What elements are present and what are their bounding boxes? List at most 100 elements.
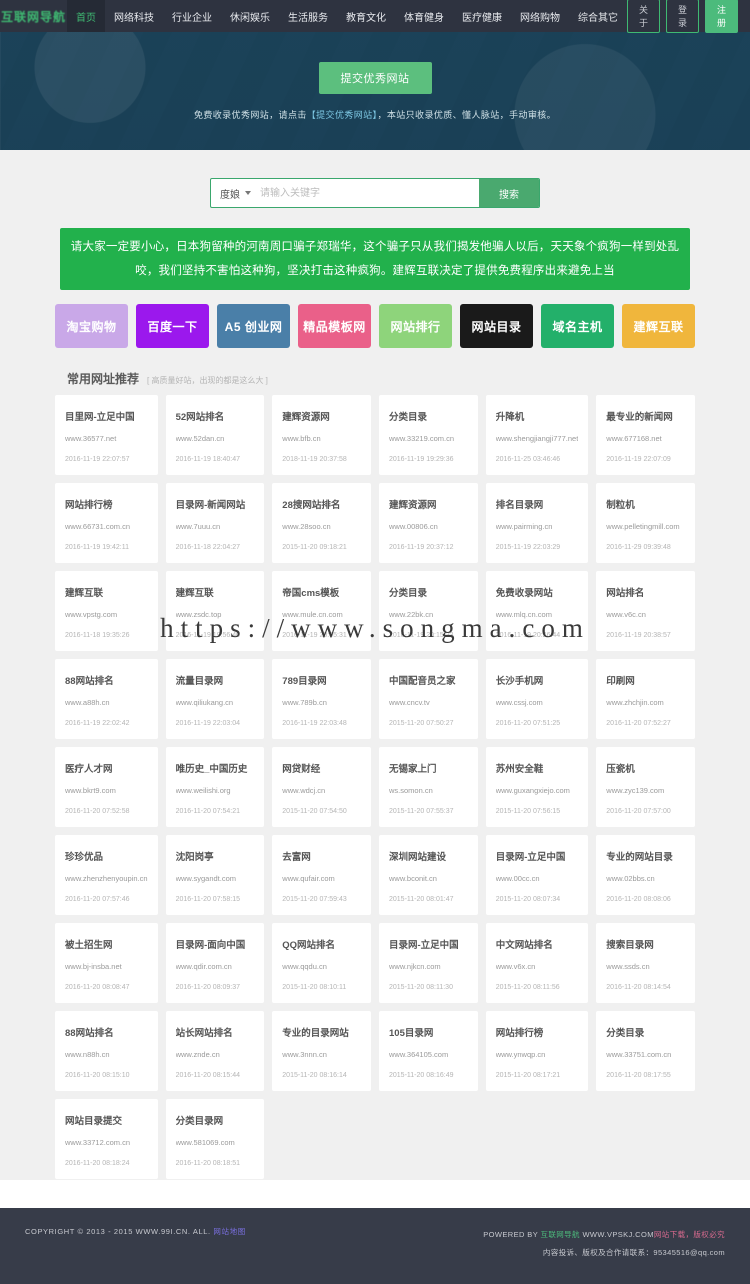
site-card-title: 站长网站排名 <box>175 1028 233 1039</box>
search-engine-selector[interactable]: 度娘 <box>211 179 260 207</box>
quick-link-4[interactable]: 网站排行 <box>379 304 452 348</box>
nav-button-2[interactable]: 注册 <box>704 0 738 33</box>
site-card[interactable]: 被土招生网 www.bj-insba.net 2016-11-20 08:08:47 <box>55 923 158 1003</box>
site-card[interactable]: 中国配音员之家 www.cncv.tv 2015-11-20 07:50:27 <box>379 659 478 739</box>
site-card[interactable]: 建辉资源网 www.bfb.cn 2018-11-19 20:37:58 <box>272 395 371 475</box>
site-card[interactable]: 最专业的新闻网 www.677168.net 2016-11-19 22:07:09 <box>596 395 695 475</box>
site-card[interactable]: 站长网站排名 www.znde.cn 2016-11-20 08:15:44 <box>165 1011 265 1091</box>
site-card-date: 2016-11-20 08:18:24 <box>65 1160 130 1167</box>
site-card[interactable]: 网站排行榜 www.66731.com.cn 2016-11-19 19:42:11 <box>55 483 158 563</box>
quick-link-5[interactable]: 网站目录 <box>460 304 533 348</box>
site-card-url: www.28soo.cn <box>282 522 331 531</box>
site-card[interactable]: 88网站排名 www.n88h.cn 2016-11-20 08:15:10 <box>55 1011 158 1091</box>
site-card[interactable]: 分类目录网 www.581069.com 2016-11-20 08:18:51 <box>165 1099 265 1179</box>
nav-item-9[interactable]: 综合其它 <box>569 0 627 32</box>
site-card[interactable]: 目里网-立足中国 www.36577.net 2016-11-19 22:07:57 <box>55 395 158 475</box>
nav-item-0[interactable]: 首页 <box>66 0 105 32</box>
section-header: 常用网址推荐 [ 高质量好站，出现的都是这么大 ] <box>55 370 695 387</box>
site-card[interactable]: 制粒机 www.pelletingmill.com 2016-11-29 09:39… <box>596 483 695 563</box>
site-card[interactable]: 长沙手机网 www.cssj.com 2016-11-20 07:51:25 <box>485 659 589 739</box>
site-card-date: 2015-11-20 08:16:14 <box>282 1072 347 1079</box>
site-card-date: 2016-11-19 20:26:44 <box>495 632 561 639</box>
site-card[interactable]: QQ网站排名 www.qqdu.cn 2015-11-20 08:10:11 <box>272 923 371 1003</box>
site-card[interactable]: 分类目录 www.33219.com.cn 2016-11-19 19:29:36 <box>379 395 478 475</box>
site-card-url: www.v6c.cn <box>606 610 646 619</box>
site-card-title: 最专业的新闻网 <box>606 412 673 423</box>
site-card[interactable]: 建辉互联 www.zsdc.top 2016-11-19 19:56:40 <box>165 571 265 651</box>
site-card[interactable]: 去富网 www.qufair.com 2015-11-20 07:59:43 <box>272 835 371 915</box>
site-card-date: 2015-11-20 07:50:27 <box>389 720 454 727</box>
site-card[interactable]: 印刷网 www.zhchjin.com 2016-11-20 07:52:27 <box>596 659 695 739</box>
site-card-date: 2015-11-20 07:59:43 <box>282 896 347 903</box>
site-card[interactable]: 排名目录网 www.pairming.cn 2015-11-19 22:03:29 <box>485 483 589 563</box>
footer-contact: 内容投诉、版权及合作请联系：95345516@qq.com <box>542 1248 725 1257</box>
quick-link-7[interactable]: 建辉互联 <box>622 304 695 348</box>
hero-note-link[interactable]: 【提交优秀网站】 <box>307 110 378 120</box>
site-card[interactable]: 专业的目录网站 www.3nnn.cn 2015-11-20 08:16:14 <box>272 1011 371 1091</box>
footer-powered-suffix: WWW.VPSKJ.COM <box>582 1230 654 1239</box>
site-card-date: 2016-11-18 19:35:26 <box>65 632 130 639</box>
site-card-title: 被土招生网 <box>65 940 113 951</box>
footer-sitemap-link[interactable]: 网站地图 <box>213 1227 245 1236</box>
site-card[interactable]: 苏州安全鞋 www.guxangxiejo.com 2015-11-20 07:56… <box>485 747 589 827</box>
site-card[interactable]: 深圳网站建设 www.bconit.cn 2015-11-20 08:01:47 <box>379 835 478 915</box>
site-card[interactable]: 网站排名 www.v6c.cn 2016-11-19 20:38:57 <box>596 571 695 651</box>
site-card[interactable]: 分类目录 www.33751.com.cn 2016-11-20 08:17:55 <box>596 1011 695 1091</box>
site-card[interactable]: 目录网-新闻网站 www.7uuu.cn 2016-11-18 22:04:27 <box>165 483 265 563</box>
nav-item-6[interactable]: 体育健身 <box>395 0 453 32</box>
site-card[interactable]: 医疗人才网 www.bkrt9.com 2016-11-20 07:52:58 <box>55 747 158 827</box>
site-card-date: 2015-11-20 08:11:30 <box>389 984 453 991</box>
site-card[interactable]: 沈阳岗亭 www.sygandt.com 2016-11-20 07:58:15 <box>165 835 265 915</box>
site-card[interactable]: 专业的网站目录 www.02bbs.cn 2016-11-20 08:08:06 <box>596 835 695 915</box>
site-card[interactable]: 105目录网 www.364105.com 2015-11-20 08:16:49 <box>379 1011 478 1091</box>
quick-link-2[interactable]: A5 创业网 <box>217 304 290 348</box>
quick-link-1[interactable]: 百度一下 <box>136 304 209 348</box>
site-card[interactable]: 目录网-立足中国 www.00cc.cn 2015-11-20 08:07:34 <box>485 835 589 915</box>
submit-site-button[interactable]: 提交优秀网站 <box>318 61 432 94</box>
nav-button-1[interactable]: 登录 <box>665 0 699 33</box>
site-card[interactable]: 搜索目录网 www.ssds.cn 2016-11-20 08:14:54 <box>596 923 695 1003</box>
site-card[interactable]: 52网站排名 www.52dan.cn 2016-11-19 18:40:47 <box>165 395 265 475</box>
site-card-url: www.pelletingmill.com <box>606 522 680 531</box>
site-card[interactable]: 目录网-立足中国 www.njkcn.com 2015-11-20 08:11:30 <box>379 923 478 1003</box>
nav-item-4[interactable]: 生活服务 <box>279 0 337 32</box>
nav-item-7[interactable]: 医疗健康 <box>453 0 511 32</box>
site-card-title: 目录网-立足中国 <box>495 852 566 863</box>
site-card[interactable]: 88网站排名 www.a88h.cn 2016-11-19 22:02:42 <box>55 659 158 739</box>
site-card[interactable]: 网站排行榜 www.ynwqp.cn 2015-11-20 08:17:21 <box>485 1011 589 1091</box>
site-card[interactable]: 目录网-面向中国 www.qdir.com.cn 2016-11-20 08:09:… <box>165 923 265 1003</box>
site-card[interactable]: 珍珍优品 www.zhenzhenyoupin.cn 2016-11-20 07:5… <box>55 835 158 915</box>
site-card-url: www.n88h.cn <box>65 1050 110 1059</box>
site-card[interactable]: 网贷财经 www.wdcj.cn 2015-11-20 07:54:50 <box>272 747 371 827</box>
site-card[interactable]: 网站目录提交 www.33712.com.cn 2016-11-20 08:18:2… <box>55 1099 158 1179</box>
site-card[interactable]: 分类目录 www.22bk.cn 2016-11-19 20:15:23 <box>379 571 478 651</box>
site-card[interactable]: 唯历史_中国历史 www.weilishi.org 2016-11-20 07:54… <box>165 747 265 827</box>
site-card[interactable]: 789目录网 www.789b.cn 2016-11-19 22:03:48 <box>272 659 371 739</box>
site-card[interactable]: 免费收录网站 www.mlq.cn.com 2016-11-19 20:26:44 <box>485 571 589 651</box>
site-card[interactable]: 建辉资源网 www.00806.cn 2016-11-19 20:37:12 <box>379 483 478 563</box>
nav-item-8[interactable]: 网络购物 <box>511 0 569 32</box>
site-card[interactable]: 建辉互联 www.vpstg.com 2016-11-18 19:35:26 <box>55 571 158 651</box>
nav-item-1[interactable]: 网络科技 <box>105 0 163 32</box>
quick-link-3[interactable]: 精品模板网 <box>298 304 371 348</box>
search-button[interactable]: 搜索 <box>479 179 539 207</box>
nav-item-2[interactable]: 行业企业 <box>163 0 221 32</box>
site-card-date: 2016-11-25 03:46:46 <box>495 456 561 463</box>
site-card[interactable]: 压瓷机 www.zyc139.com 2016-11-20 07:57:00 <box>596 747 695 827</box>
quick-link-6[interactable]: 域名主机 <box>541 304 614 348</box>
site-card-title: 中文网站排名 <box>495 940 553 951</box>
nav-item-3[interactable]: 休闲娱乐 <box>221 0 279 32</box>
search-input[interactable] <box>260 179 479 207</box>
site-card[interactable]: 中文网站排名 www.v6x.cn 2015-11-20 08:11:56 <box>485 923 589 1003</box>
site-card[interactable]: 无锡家上门 ws.somon.cn 2015-11-20 07:55:37 <box>379 747 478 827</box>
site-card[interactable]: 帝国cms模板 www.mule.cn.com 2016-11-19 20:05:3… <box>272 571 371 651</box>
site-card[interactable]: 升降机 www.shengjiangji777.net 2016-11-25 03:… <box>485 395 589 475</box>
site-card[interactable]: 流量目录网 www.qiliukang.cn 2016-11-19 22:03:04 <box>165 659 265 739</box>
footer-powered-brand[interactable]: 互联网导航 <box>540 1230 580 1239</box>
notice-section: 请大家一定要小心，日本狗留种的河南周口骗子郑瑞华，这个骗子只从我们揭发他骗人以后… <box>0 228 750 290</box>
site-logo[interactable]: 互联网导航 <box>0 0 67 32</box>
nav-button-0[interactable]: 关于 <box>626 0 660 33</box>
nav-item-5[interactable]: 教育文化 <box>337 0 395 32</box>
site-card[interactable]: 28搜网站排名 www.28soo.cn 2015-11-20 09:18:21 <box>272 483 371 563</box>
quick-link-0[interactable]: 淘宝购物 <box>55 304 128 348</box>
